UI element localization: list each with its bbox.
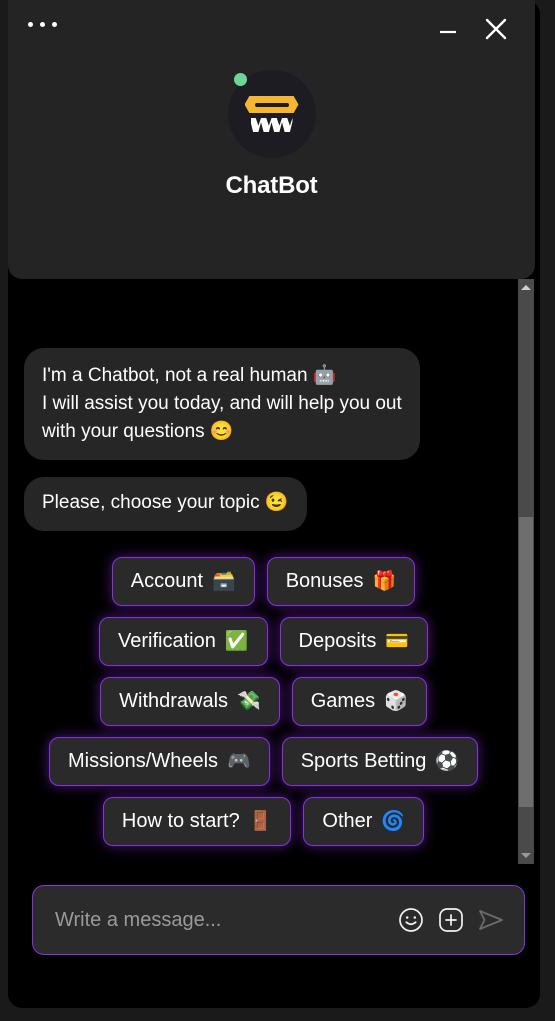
message-line: I will assist you today, and will help y…	[42, 393, 402, 442]
bot-name: ChatBot	[225, 172, 318, 199]
message-line: I'm a Chatbot, not a real human 🤖	[42, 365, 337, 386]
topic-button-label: Withdrawals	[119, 690, 229, 712]
money-with-wings-icon: 💸	[237, 690, 261, 712]
avatar-visor-icon	[244, 96, 299, 113]
topic-button-missions-wheels[interactable]: Missions/Wheels 🎮	[48, 737, 270, 786]
topic-button-label: How to start?	[121, 810, 240, 832]
close-button[interactable]	[479, 12, 513, 46]
topic-row: Account 🗃️ Bonuses 🎁	[111, 557, 416, 606]
smiley-face-icon[interactable]	[394, 903, 428, 937]
topic-button-account[interactable]: Account 🗃️	[111, 557, 255, 606]
avatar-wrapper	[8, 70, 535, 158]
topic-row: Withdrawals 💸 Games 🎲	[100, 677, 427, 726]
topic-button-verification[interactable]: Verification ✅	[99, 617, 268, 666]
chevron-down-icon[interactable]	[518, 847, 534, 864]
message-input[interactable]	[33, 908, 394, 932]
topic-button-label: Bonuses	[285, 570, 364, 592]
topic-button-bonuses[interactable]: Bonuses 🎁	[266, 557, 416, 606]
topic-button-withdrawals[interactable]: Withdrawals 💸	[100, 677, 280, 726]
bot-message-bubble: I'm a Chatbot, not a real human 🤖 I will…	[24, 348, 420, 460]
soccer-ball-icon: ⚽	[435, 750, 459, 772]
topic-button-label: Verification	[118, 630, 216, 652]
topic-button-label: Missions/Wheels	[67, 750, 219, 772]
chat-header: ChatBot	[8, 0, 535, 279]
three-dots-icon[interactable]	[28, 22, 57, 27]
message-text: Please, choose your topic 😉	[42, 492, 289, 513]
card-file-box-icon: 🗃️	[212, 570, 236, 592]
message-list-scrollbar[interactable]	[518, 279, 534, 864]
topic-row: Verification ✅ Deposits 💳	[99, 617, 428, 666]
topic-button-label: Games	[310, 690, 376, 712]
topic-button-label: Deposits	[298, 630, 377, 652]
topic-button-label: Sports Betting	[300, 750, 427, 772]
topic-button-label: Other	[322, 810, 373, 832]
message-list: I'm a Chatbot, not a real human 🤖 I will…	[8, 279, 519, 864]
topic-button-games[interactable]: Games 🎲	[291, 677, 427, 726]
topic-button-other[interactable]: Other 🌀	[303, 797, 425, 846]
check-mark-icon: ✅	[224, 630, 249, 652]
message-row: Please, choose your topic 😉	[8, 468, 519, 531]
door-icon: 🚪	[248, 810, 273, 832]
online-status-dot	[233, 73, 247, 86]
avatar-mouth-icon	[250, 118, 293, 132]
bot-message-bubble: Please, choose your topic 😉	[24, 477, 307, 531]
scrollbar-thumb[interactable]	[519, 517, 533, 807]
credit-card-icon: 💳	[385, 630, 409, 652]
plus-circle-icon[interactable]	[434, 903, 468, 937]
game-controller-icon: 🎮	[227, 750, 251, 772]
chevron-up-icon[interactable]	[518, 279, 534, 296]
dice-icon: 🎲	[384, 690, 408, 712]
topic-button-deposits[interactable]: Deposits 💳	[279, 617, 428, 666]
title-bar	[8, 0, 535, 58]
gift-icon: 🎁	[372, 570, 397, 592]
topic-button-label: Account	[130, 570, 204, 592]
topic-row: How to start? 🚪 Other 🌀	[102, 797, 425, 846]
minimize-button[interactable]	[431, 12, 465, 46]
chatbot-avatar-icon	[227, 70, 316, 158]
topic-row: Missions/Wheels 🎮 Sports Betting ⚽	[48, 737, 478, 786]
send-button[interactable]	[474, 903, 508, 937]
topic-button-sports-betting[interactable]: Sports Betting ⚽	[281, 737, 478, 786]
message-row: I'm a Chatbot, not a real human 🤖 I will…	[8, 348, 519, 460]
message-composer	[32, 885, 525, 955]
cyclone-icon: 🌀	[381, 810, 406, 832]
topic-button-how-to-start[interactable]: How to start? 🚪	[102, 797, 292, 846]
chat-window: I'm a Chatbot, not a real human 🤖 I will…	[0, 0, 555, 1021]
topic-button-group: Account 🗃️ Bonuses 🎁 Verification ✅ Depo…	[8, 539, 519, 856]
